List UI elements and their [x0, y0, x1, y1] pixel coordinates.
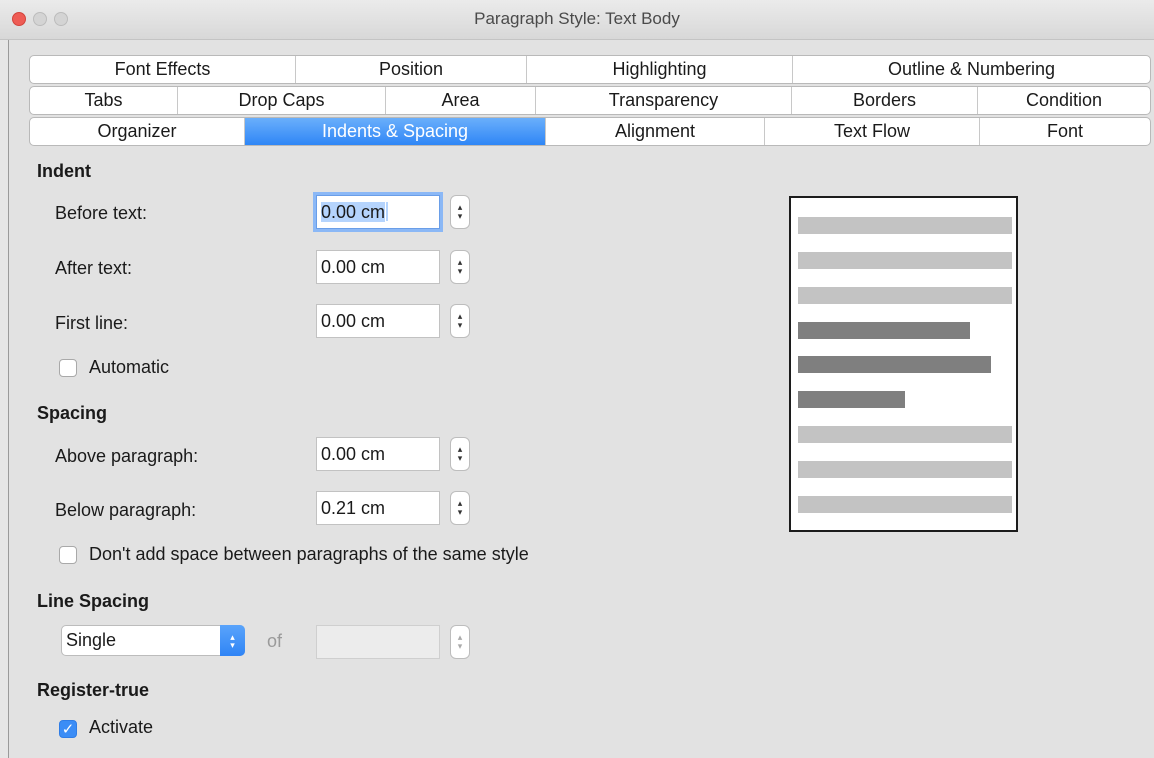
- tab-row-1: Font Effects Position Highlighting Outli…: [29, 55, 1151, 84]
- activate-checkbox[interactable]: ✓: [59, 720, 77, 738]
- first-line-field[interactable]: 0.00 cm: [316, 304, 440, 338]
- after-text-field[interactable]: 0.00 cm: [316, 250, 440, 284]
- select-arrows-icon: ▴ ▾: [220, 625, 245, 656]
- first-line-label: First line:: [55, 313, 129, 333]
- tab-borders[interactable]: Borders: [792, 87, 978, 114]
- before-text-stepper[interactable]: ▴ ▾: [450, 195, 470, 229]
- line-spacing-heading: Line Spacing: [37, 591, 150, 611]
- activate-label: Activate: [89, 717, 154, 737]
- no-space-label: Don't add space between paragraphs of th…: [89, 544, 529, 564]
- after-text-stepper[interactable]: ▴ ▾: [450, 250, 470, 284]
- spin-down-icon: ▾: [457, 507, 463, 517]
- tab-organizer[interactable]: Organizer: [30, 118, 245, 145]
- first-line-stepper[interactable]: ▴ ▾: [450, 304, 470, 338]
- tab-alignment[interactable]: Alignment: [546, 118, 765, 145]
- spin-down-icon: ▾: [457, 453, 463, 463]
- checkmark-icon: ✓: [61, 721, 75, 738]
- tab-area[interactable]: Area: [386, 87, 536, 114]
- dialog-window: Paragraph Style: Text Body Font Effects …: [0, 0, 1154, 758]
- tab-position[interactable]: Position: [296, 56, 527, 83]
- below-paragraph-field[interactable]: 0.21 cm: [316, 491, 440, 525]
- after-text-label: After text:: [55, 258, 133, 278]
- dialog-content: Font Effects Position Highlighting Outli…: [8, 40, 1154, 758]
- preview-line-previous: [798, 287, 1012, 304]
- window-title: Paragraph Style: Text Body: [474, 9, 680, 28]
- tab-font-effects[interactable]: Font Effects: [30, 56, 296, 83]
- spin-down-icon: ▾: [457, 211, 463, 221]
- below-paragraph-stepper[interactable]: ▴ ▾: [450, 491, 470, 525]
- below-paragraph-label: Below paragraph:: [55, 500, 197, 520]
- register-true-heading: Register-true: [37, 680, 150, 700]
- preview-line-previous: [798, 252, 1012, 269]
- tab-drop-caps[interactable]: Drop Caps: [178, 87, 386, 114]
- tab-tabs[interactable]: Tabs: [30, 87, 178, 114]
- line-spacing-select[interactable]: Single ▴ ▾: [61, 625, 245, 656]
- title-bar: Paragraph Style: Text Body: [0, 0, 1154, 40]
- spin-down-icon: ▾: [457, 266, 463, 276]
- tab-indents-spacing[interactable]: Indents & Spacing: [245, 118, 546, 145]
- above-paragraph-stepper[interactable]: ▴ ▾: [450, 437, 470, 471]
- above-paragraph-field[interactable]: 0.00 cm: [316, 437, 440, 471]
- above-paragraph-label: Above paragraph:: [55, 446, 199, 466]
- before-text-field[interactable]: 0.00 cm: [316, 195, 440, 229]
- preview-line-next: [798, 461, 1012, 478]
- preview-line-previous: [798, 217, 1012, 234]
- preview-line-next: [798, 496, 1012, 513]
- spacing-heading: Spacing: [37, 403, 108, 423]
- automatic-checkbox[interactable]: [59, 359, 77, 377]
- line-spacing-amount-stepper[interactable]: ▴ ▾: [450, 625, 470, 659]
- preview-line-current: [798, 356, 991, 373]
- preview-line-current: [798, 391, 905, 408]
- indent-heading: Indent: [37, 161, 91, 181]
- tab-condition[interactable]: Condition: [978, 87, 1150, 114]
- tab-outline-numbering[interactable]: Outline & Numbering: [793, 56, 1150, 83]
- line-spacing-amount-field[interactable]: [316, 625, 440, 659]
- line-spacing-value: Single: [66, 630, 117, 650]
- of-label: of: [267, 631, 283, 651]
- paragraph-preview: [789, 196, 1018, 532]
- before-text-value: 0.00 cm: [321, 202, 386, 222]
- before-text-label: Before text:: [55, 203, 148, 223]
- no-space-checkbox[interactable]: [59, 546, 77, 564]
- tab-font[interactable]: Font: [980, 118, 1150, 145]
- preview-line-next: [798, 426, 1012, 443]
- spin-down-icon: ▾: [457, 641, 463, 651]
- tab-text-flow[interactable]: Text Flow: [765, 118, 980, 145]
- automatic-label: Automatic: [89, 357, 170, 377]
- tab-row-3: Organizer Indents & Spacing Alignment Te…: [29, 117, 1151, 146]
- text-cursor: [386, 202, 389, 221]
- spin-down-icon: ▾: [457, 320, 463, 330]
- tab-transparency[interactable]: Transparency: [536, 87, 792, 114]
- tab-row-2: Tabs Drop Caps Area Transparency Borders…: [29, 86, 1151, 115]
- preview-line-current: [798, 322, 970, 339]
- tab-highlighting[interactable]: Highlighting: [527, 56, 793, 83]
